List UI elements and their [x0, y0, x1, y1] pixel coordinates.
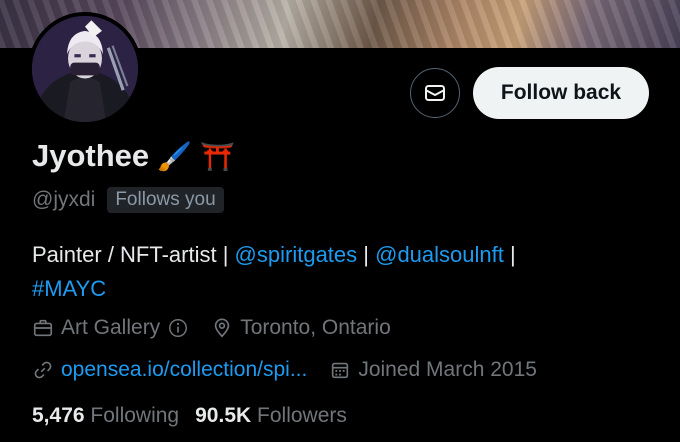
- profile-name-row: Jyothee 🖌️ ⛩️: [32, 138, 235, 174]
- mention-spiritgates-link[interactable]: @spiritgates: [235, 242, 358, 267]
- mention-dualsoulnft-link[interactable]: @dualsoulnft: [375, 242, 504, 267]
- message-button[interactable]: [410, 68, 460, 118]
- followers-label: Followers: [257, 404, 347, 427]
- following-count: 5,476: [32, 404, 85, 427]
- following-label: Following: [90, 404, 180, 427]
- location-pin-icon: [214, 318, 230, 338]
- profile-meta-row-1: Art Gallery Toronto, Ontario: [32, 316, 413, 340]
- joined-label: Joined March 2015: [358, 358, 537, 381]
- joined-item: Joined March 2015: [329, 358, 537, 382]
- profile-name: Jyothee: [32, 138, 150, 173]
- envelope-icon: [425, 85, 445, 101]
- briefcase-icon: [33, 319, 53, 337]
- followers-count: 90.5K: [195, 404, 252, 427]
- website-link[interactable]: opensea.io/collection/spi...: [61, 358, 307, 382]
- paintbrush-emoji: 🖌️: [157, 139, 193, 173]
- avatar-image: [32, 16, 138, 122]
- link-icon: [34, 361, 52, 379]
- profile-handle: @jyxdi: [32, 188, 96, 211]
- handle-row: @jyxdi Follows you: [32, 187, 224, 213]
- hashtag-mayc-link[interactable]: #MAYC: [32, 276, 106, 301]
- info-icon[interactable]: [167, 317, 189, 339]
- followers-stat[interactable]: 90.5K Followers: [195, 404, 347, 428]
- avatar[interactable]: [28, 12, 142, 126]
- profile-meta-row-2: opensea.io/collection/spi... Joined Marc…: [32, 358, 559, 382]
- bio-text: Painter / NFT-artist |: [32, 242, 235, 267]
- bio-separator: |: [503, 242, 516, 267]
- torii-gate-emoji: ⛩️: [200, 139, 235, 173]
- follow-stats: 5,476 Following 90.5K Followers: [32, 404, 347, 428]
- following-stat[interactable]: 5,476 Following: [32, 404, 179, 428]
- profile-bio: Painter / NFT-artist | @spiritgates | @d…: [32, 238, 652, 306]
- follow-back-button[interactable]: Follow back: [473, 67, 649, 119]
- location-item: Toronto, Ontario: [211, 316, 391, 340]
- follows-you-badge: Follows you: [107, 187, 224, 213]
- bio-separator: |: [357, 242, 376, 267]
- category-item: Art Gallery: [32, 316, 189, 340]
- location-label: Toronto, Ontario: [240, 316, 391, 339]
- category-label: Art Gallery: [61, 316, 161, 339]
- calendar-icon: [332, 362, 349, 379]
- website-item: opensea.io/collection/spi...: [32, 358, 307, 382]
